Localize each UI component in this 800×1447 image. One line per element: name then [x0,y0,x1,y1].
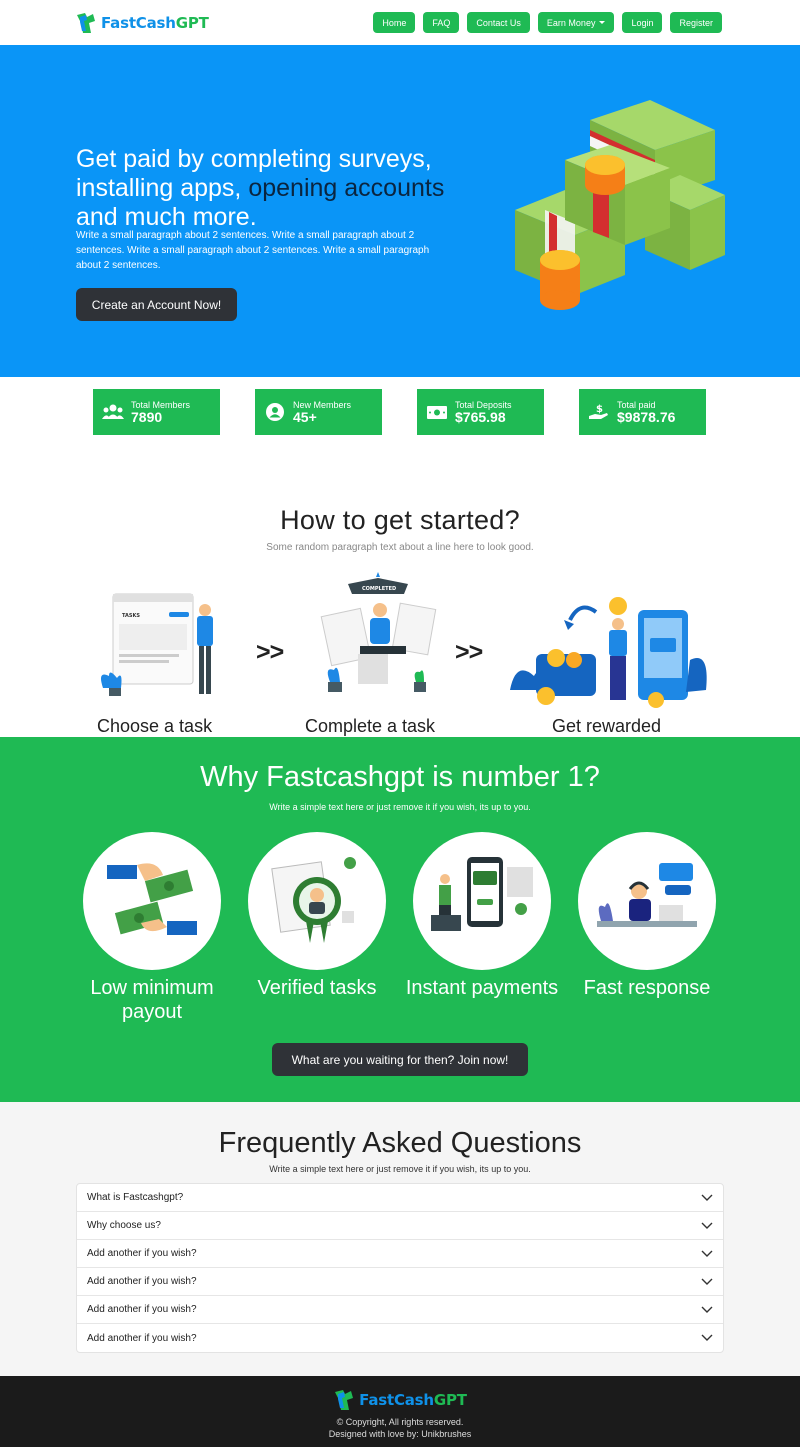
chevron-down-icon [701,1222,713,1229]
join-now-button[interactable]: What are you waiting for then? Join now! [272,1043,528,1076]
why-subtitle: Write a simple text here or just remove … [269,802,531,812]
chevron-down-icon [701,1278,713,1285]
payout-illustration [83,832,221,970]
footer-copyright: © Copyright, All rights reserved. Design… [0,1416,800,1440]
step-get-rewarded-label: Get rewarded [552,716,662,736]
nav-links: Home FAQ Contact Us Earn Money Login Reg… [373,12,722,33]
chevron-down-icon [701,1334,713,1341]
hero-section: Get paid by completing surveys, installi… [0,45,800,377]
nav-home-button[interactable]: Home [373,12,416,33]
stat-label: Total Deposits [455,399,512,410]
stat-label: Total Members [131,399,191,410]
users-icon [102,402,124,422]
stat-value: $9878.76 [617,408,676,425]
feature-label: Verified tasks [257,977,377,999]
get-rewarded-illustration [510,597,707,708]
credit-text: Designed with love by: Unikbrushes [328,1429,472,1439]
nav-faq-button[interactable]: FAQ [423,12,460,33]
feature-fast-response: Fast response [567,832,727,1000]
feature-label: Instant payments [405,977,559,999]
feature-label: Fast response [583,977,711,999]
faq-item[interactable]: Why choose us? [77,1212,723,1240]
svg-text:$: $ [596,404,603,415]
tasks-label: TASKS [122,613,140,619]
why-title: Why Fastcashgpt is number 1? [200,761,600,793]
hero-paragraph: Write a small paragraph about 2 sentence… [76,230,430,271]
complete-task-illustration: COMPLETED [320,572,437,692]
chevron-down-icon [701,1250,713,1257]
hand-dollar-icon: $ [588,402,610,422]
stat-new-members: New Members 45+ [255,389,382,435]
faq-item[interactable]: Add another if you wish? [77,1296,723,1324]
earn-money-label: Earn Money [546,17,596,28]
chevron-down-icon [701,1306,713,1313]
faq-question: Add another if you wish? [87,1304,197,1315]
stat-total-paid: $ Total paid $9878.76 [579,389,706,435]
faq-question: Add another if you wish? [87,1332,197,1344]
verified-badge-illustration [248,832,386,970]
completed-label: COMPLETED [362,586,396,592]
how-section: How to get started? Some random paragrap… [0,472,800,737]
chevron-down-icon [701,1194,713,1201]
faq-question: Add another if you wish? [87,1276,197,1287]
stat-total-members: Total Members 7890 [93,389,220,435]
faq-subtitle: Write a simple text here or just remove … [269,1164,531,1174]
arrow-icon: >> [455,638,483,666]
logo-text-gpt: GPT [175,13,209,32]
faq-question: Why choose us? [87,1220,161,1231]
copyright-text: © Copyright, All rights reserved. [336,1417,464,1427]
hero-title-highlight: opening accounts [248,174,445,202]
feature-low-minimum-payout: Low minimum payout [72,832,232,1024]
faq-item[interactable]: What is Fastcashgpt? [77,1184,723,1212]
brand-logo[interactable]: FastCashGPT [75,11,209,35]
phone-payment-illustration [413,832,551,970]
hero-title: Get paid by completing surveys, installi… [76,145,456,232]
stat-label: Total paid [617,399,656,410]
step-complete-task-label: Complete a task [305,716,436,736]
feature-instant-payments: Instant payments [402,832,562,1000]
faq-item[interactable]: Add another if you wish? [77,1324,723,1352]
why-section: Why Fastcashgpt is number 1? Write a sim… [0,737,800,1102]
stat-value: $765.98 [455,408,506,425]
faq-title: Frequently Asked Questions [218,1127,582,1159]
logo-mark-icon [77,12,95,33]
stat-label: New Members [293,399,352,410]
nav-login-button[interactable]: Login [622,12,663,33]
user-circle-icon [264,402,286,422]
navbar: FastCashGPT Home FAQ Contact Us Earn Mon… [0,0,800,45]
how-title: How to get started? [280,505,520,535]
stat-value: 45+ [293,408,317,425]
stats-row: Total Members 7890 New Members 45+ Total D… [0,377,800,472]
hero-title-part3: and much more. [76,203,257,231]
stat-value: 7890 [131,408,163,425]
faq-item[interactable]: Add another if you wish? [77,1240,723,1268]
faq-section: Frequently Asked Questions Write a simpl… [0,1102,800,1376]
logo-text-gpt: GPT [433,1391,467,1409]
logo-text-fastcash: FastCash [101,13,176,32]
step-choose-task-label: Choose a task [97,716,213,736]
faq-question: Add another if you wish? [87,1248,197,1259]
choose-task-illustration: TASKS [101,593,213,696]
feature-label: Low minimum payout [90,977,214,1023]
how-subtitle: Some random paragraph text about a line … [266,542,534,553]
caret-down-icon [599,21,606,24]
footer: FastCashGPT © Copyright, All rights rese… [0,1376,800,1447]
faq-accordion: What is Fastcashgpt? Why choose us? Add … [76,1183,724,1353]
footer-logo[interactable]: FastCashGPT [0,1388,800,1412]
create-account-button[interactable]: Create an Account Now! [76,288,237,321]
money-bill-icon [426,402,448,422]
faq-question: What is Fastcashgpt? [87,1192,184,1203]
feature-verified-tasks: Verified tasks [237,832,397,1000]
money-stack-illustration [515,100,725,310]
faq-item[interactable]: Add another if you wish? [77,1268,723,1296]
support-agent-illustration [578,832,716,970]
nav-contact-button[interactable]: Contact Us [467,12,530,33]
logo-text-fastcash: FastCash [359,1391,434,1409]
nav-earn-money-dropdown[interactable]: Earn Money [537,12,615,33]
nav-register-button[interactable]: Register [670,12,722,33]
logo-mark-icon [335,1390,354,1410]
stat-total-deposits: Total Deposits $765.98 [417,389,544,435]
arrow-icon: >> [256,638,284,666]
